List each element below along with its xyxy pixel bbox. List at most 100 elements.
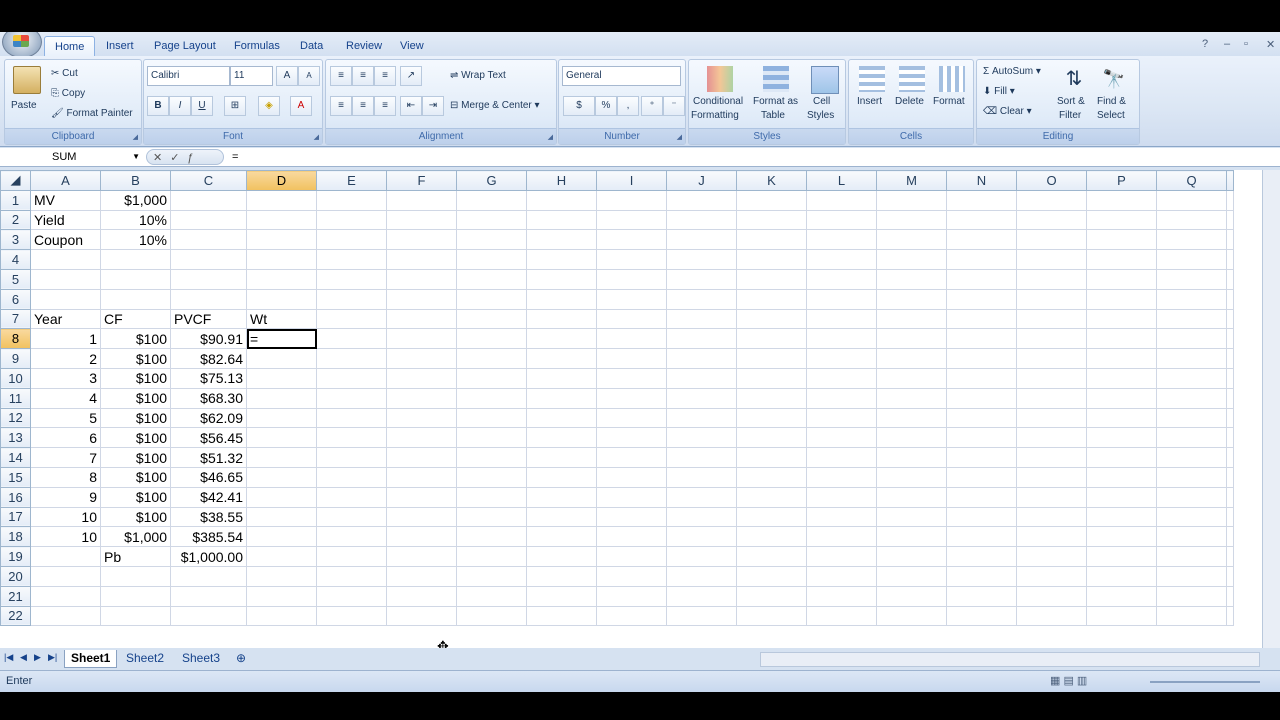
cell[interactable]: 5 xyxy=(30,407,101,429)
cell[interactable]: $100 xyxy=(100,466,171,488)
cell[interactable] xyxy=(100,249,171,270)
office-button[interactable] xyxy=(2,32,42,58)
cell[interactable] xyxy=(170,229,247,251)
cell[interactable]: $38.55 xyxy=(170,506,247,528)
cell[interactable] xyxy=(1016,486,1087,508)
find-select-button[interactable]: Find & xyxy=(1097,96,1126,107)
tab-home[interactable]: Home xyxy=(44,36,96,57)
cell[interactable] xyxy=(1016,427,1087,449)
cell[interactable] xyxy=(526,526,597,548)
cell[interactable]: $68.30 xyxy=(170,387,247,409)
cell[interactable] xyxy=(666,447,737,468)
format-button[interactable]: Format xyxy=(933,96,965,107)
cell[interactable] xyxy=(316,466,387,488)
cell[interactable] xyxy=(246,466,317,488)
cell[interactable] xyxy=(246,348,317,369)
cell[interactable] xyxy=(736,387,807,409)
cell[interactable] xyxy=(170,268,247,290)
cell[interactable] xyxy=(1226,348,1234,369)
row-header[interactable]: 7 xyxy=(0,308,31,330)
cell[interactable] xyxy=(806,367,877,389)
cell[interactable] xyxy=(246,249,317,270)
cell[interactable] xyxy=(736,189,807,211)
currency-button[interactable]: $ xyxy=(563,96,595,116)
decrease-indent-icon[interactable]: ⇤ xyxy=(400,96,422,116)
cell[interactable] xyxy=(736,466,807,488)
cell[interactable] xyxy=(1156,585,1227,607)
cell[interactable] xyxy=(876,585,947,607)
cell[interactable] xyxy=(1016,209,1087,231)
cell[interactable] xyxy=(946,605,1017,627)
comma-button[interactable]: , xyxy=(617,96,639,116)
cell[interactable] xyxy=(736,447,807,468)
cell[interactable] xyxy=(456,268,527,290)
tab-review[interactable]: Review xyxy=(336,36,392,56)
cell[interactable] xyxy=(946,466,1017,488)
cell[interactable] xyxy=(316,486,387,508)
cell[interactable] xyxy=(30,565,101,587)
cell[interactable] xyxy=(666,506,737,528)
cell[interactable] xyxy=(1086,268,1157,290)
cell[interactable] xyxy=(736,565,807,587)
cell[interactable] xyxy=(1016,268,1087,290)
cell[interactable] xyxy=(1156,605,1227,627)
cell[interactable] xyxy=(1016,249,1087,270)
font-name-select[interactable]: Calibri xyxy=(147,66,230,86)
cell[interactable] xyxy=(876,427,947,449)
cell[interactable] xyxy=(526,506,597,528)
cell[interactable] xyxy=(1016,466,1087,488)
cell[interactable] xyxy=(30,585,101,607)
cell[interactable] xyxy=(1226,427,1234,449)
cell[interactable] xyxy=(946,447,1017,468)
cell[interactable]: 9 xyxy=(30,486,101,508)
cell[interactable] xyxy=(246,447,317,468)
cell[interactable] xyxy=(876,209,947,231)
cell[interactable] xyxy=(596,209,667,231)
cell[interactable] xyxy=(456,486,527,508)
cell[interactable] xyxy=(666,387,737,409)
cell[interactable] xyxy=(1016,328,1087,350)
column-header-l[interactable]: L xyxy=(806,170,877,191)
row-header[interactable]: 8 xyxy=(0,328,31,350)
tab-page-layout[interactable]: Page Layout xyxy=(144,36,226,56)
cell[interactable] xyxy=(526,546,597,567)
cell[interactable] xyxy=(246,367,317,389)
cell[interactable] xyxy=(1086,288,1157,310)
cell[interactable] xyxy=(316,565,387,587)
active-cell[interactable]: = xyxy=(246,328,317,350)
cell[interactable] xyxy=(666,526,737,548)
cell[interactable] xyxy=(1156,189,1227,211)
cell[interactable] xyxy=(876,466,947,488)
cell[interactable] xyxy=(456,348,527,369)
help-icon[interactable]: ? xyxy=(1202,38,1208,50)
cell[interactable] xyxy=(596,367,667,389)
cell[interactable] xyxy=(1226,328,1234,350)
cell[interactable] xyxy=(386,506,457,528)
cell[interactable]: $100 xyxy=(100,328,171,350)
cell[interactable] xyxy=(1086,546,1157,567)
cell[interactable] xyxy=(1226,387,1234,409)
cell[interactable] xyxy=(386,605,457,627)
cell[interactable] xyxy=(1016,367,1087,389)
conditional-formatting-button[interactable]: Conditional xyxy=(693,96,743,107)
align-left-icon[interactable]: ≡ xyxy=(330,96,352,116)
column-header-k[interactable]: K xyxy=(736,170,807,191)
cell[interactable]: $56.45 xyxy=(170,427,247,449)
cell[interactable] xyxy=(946,268,1017,290)
cell[interactable]: 2 xyxy=(30,348,101,369)
cell[interactable] xyxy=(876,546,947,567)
wrap-text-button[interactable]: ⇌ Wrap Text xyxy=(450,70,506,81)
cell[interactable] xyxy=(100,268,171,290)
cell[interactable] xyxy=(386,427,457,449)
cell[interactable] xyxy=(526,605,597,627)
column-header-r[interactable] xyxy=(1226,170,1234,191)
row-header[interactable]: 9 xyxy=(0,348,31,369)
cell[interactable] xyxy=(736,308,807,330)
cell[interactable]: $90.91 xyxy=(170,328,247,350)
cell[interactable] xyxy=(876,506,947,528)
cell[interactable] xyxy=(876,447,947,468)
cell[interactable] xyxy=(246,189,317,211)
cell[interactable] xyxy=(386,546,457,567)
cell[interactable] xyxy=(1156,209,1227,231)
cell[interactable]: $42.41 xyxy=(170,486,247,508)
